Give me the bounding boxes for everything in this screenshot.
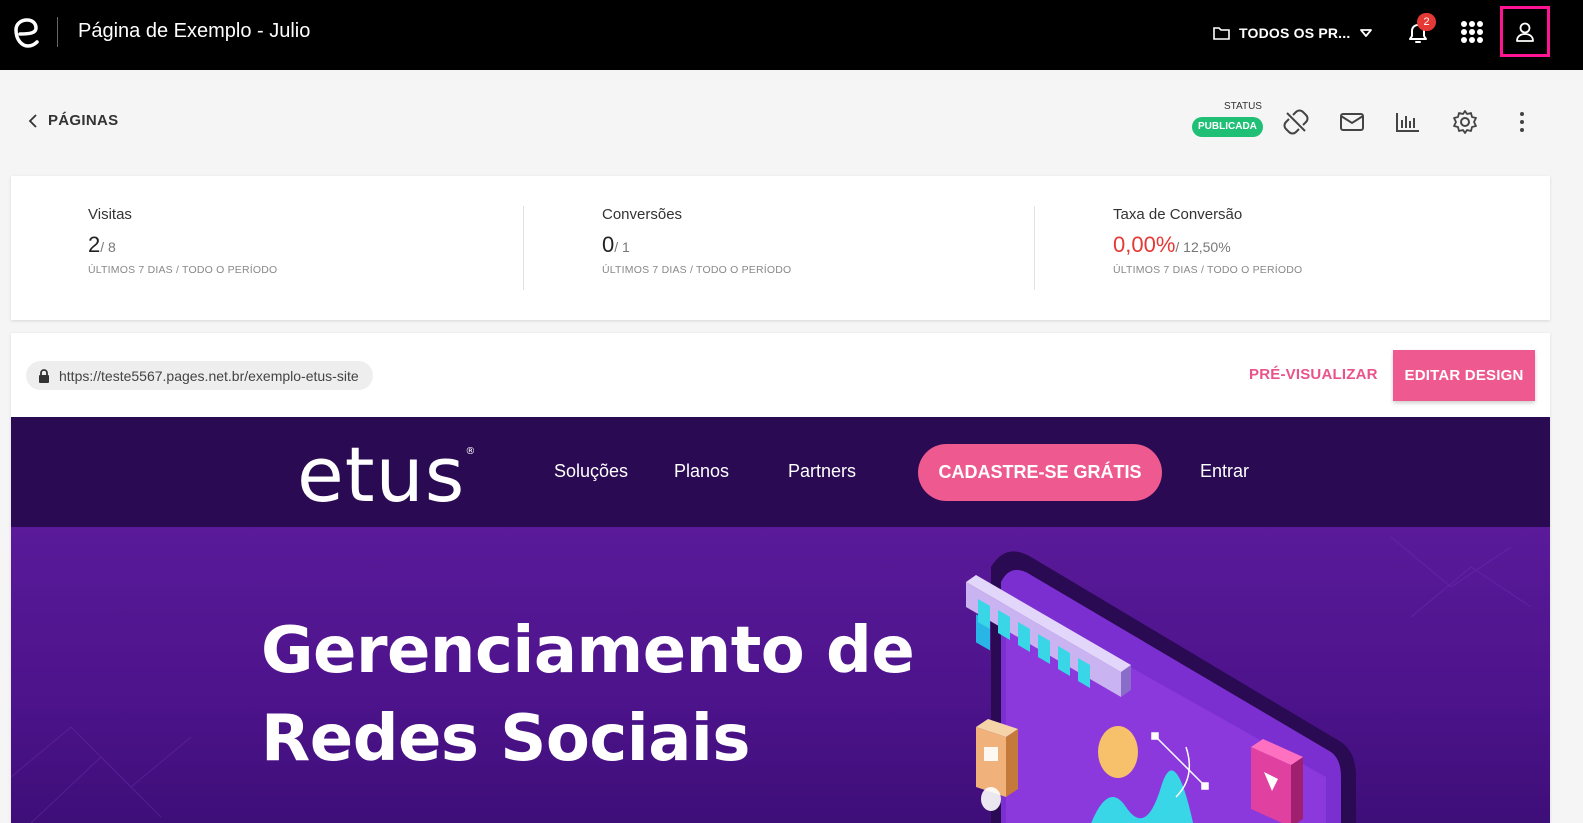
chevron-left-icon [28, 113, 37, 128]
app-logo-icon[interactable] [10, 16, 40, 50]
page-url[interactable]: https://teste5567.pages.net.br/exemplo-e… [26, 361, 373, 390]
site-login-link[interactable]: Entrar [1200, 461, 1249, 482]
hero-title: Gerenciamento de Redes Sociais [261, 614, 915, 776]
more-vertical-icon [1520, 112, 1524, 132]
metric-value: 2/ 8 [88, 232, 116, 257]
metric-visits: Visitas 2/ 8 ÚLTIMOS 7 DIAS / TODO O PER… [88, 206, 277, 276]
status-label: STATUS [1224, 101, 1262, 112]
metric-value: 0/ 1 [602, 232, 630, 257]
notification-badge: 2 [1417, 13, 1436, 31]
user-icon [1516, 22, 1534, 42]
email-button[interactable] [1338, 108, 1366, 136]
site-navbar: etus® Soluções Planos Partners CADASTRE-… [11, 417, 1550, 527]
site-logo: etus® [297, 430, 477, 519]
more-options-button[interactable] [1508, 108, 1536, 136]
gear-icon [1453, 110, 1477, 134]
analytics-button[interactable] [1394, 108, 1422, 136]
preview-button[interactable]: PRÉ-VISUALIZAR [1249, 366, 1378, 383]
metric-value: 0,00%/ 12,50% [1113, 232, 1231, 257]
top-bar: Página de Exemplo - Julio TODOS OS PR...… [0, 0, 1583, 70]
caret-down-icon [1360, 29, 1373, 37]
page-title: Página de Exemplo - Julio [78, 20, 311, 42]
back-label: PÁGINAS [48, 112, 119, 129]
metrics-card: Visitas 2/ 8 ÚLTIMOS 7 DIAS / TODO O PER… [11, 176, 1550, 320]
metric-label: Visitas [88, 206, 132, 223]
page-preview-card: https://teste5567.pages.net.br/exemplo-e… [11, 333, 1550, 823]
metric-caption: ÚLTIMOS 7 DIAS / TODO O PERÍODO [88, 264, 278, 276]
user-account-button[interactable] [1500, 6, 1550, 57]
unlink-button[interactable] [1282, 108, 1310, 136]
back-to-pages-link[interactable]: PÁGINAS [28, 112, 118, 129]
top-divider [57, 17, 58, 47]
metric-conversions: Conversões 0/ 1 ÚLTIMOS 7 DIAS / TODO O … [602, 206, 791, 276]
lock-icon [39, 368, 49, 383]
mail-icon [1340, 113, 1364, 131]
edit-design-button[interactable]: EDITAR DESIGN [1393, 350, 1535, 401]
settings-button[interactable] [1451, 108, 1479, 136]
metric-divider [1034, 206, 1035, 290]
metric-label: Taxa de Conversão [1113, 206, 1243, 223]
status-badge: PUBLICADA [1192, 117, 1263, 137]
embedded-site-preview: etus® Soluções Planos Partners CADASTRE-… [11, 417, 1550, 823]
apps-grid-icon[interactable] [1461, 21, 1483, 43]
metric-divider [523, 206, 524, 290]
metric-caption: ÚLTIMOS 7 DIAS / TODO O PERÍODO [602, 264, 792, 276]
site-nav-link[interactable]: Partners [788, 461, 856, 482]
project-selector-label: TODOS OS PR... [1239, 25, 1351, 41]
metric-caption: ÚLTIMOS 7 DIAS / TODO O PERÍODO [1113, 264, 1303, 276]
metric-conversion-rate: Taxa de Conversão 0,00%/ 12,50% ÚLTIMOS … [1113, 206, 1302, 276]
metric-label: Conversões [602, 206, 683, 223]
folder-icon [1213, 27, 1230, 40]
bar-chart-icon [1396, 113, 1419, 132]
site-hero: Gerenciamento de Redes Sociais [11, 527, 1550, 823]
site-nav-link[interactable]: Soluções [554, 461, 628, 482]
unlink-icon [1283, 109, 1309, 135]
hero-illustration [966, 551, 1356, 823]
site-nav-link[interactable]: Planos [674, 461, 729, 482]
project-selector[interactable]: TODOS OS PR... [1213, 22, 1373, 44]
site-signup-button[interactable]: CADASTRE-SE GRÁTIS [918, 444, 1162, 501]
url-text: https://teste5567.pages.net.br/exemplo-e… [59, 367, 359, 384]
